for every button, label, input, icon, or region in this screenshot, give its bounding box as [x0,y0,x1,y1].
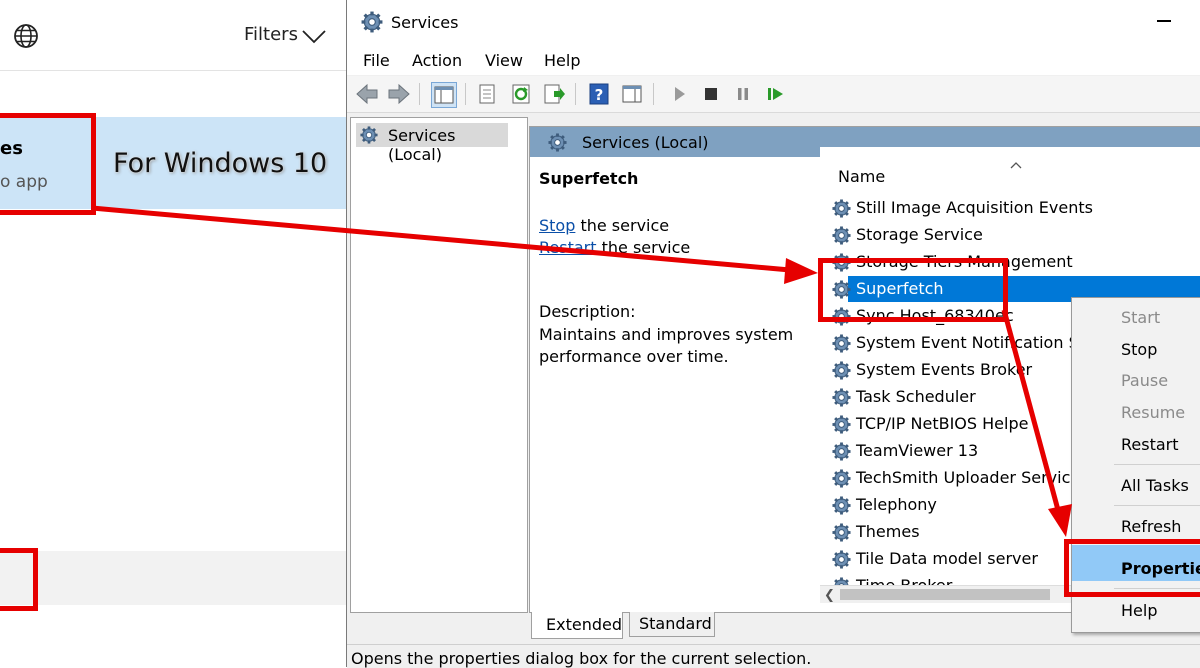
menu-separator [1114,464,1200,465]
refresh-icon[interactable] [509,82,533,106]
service-row-label: System Event Notification S [856,333,1079,352]
restart-service-link[interactable]: Restart [539,238,597,257]
menu-view[interactable]: View [485,51,523,70]
show-hide-tree-icon[interactable] [431,82,457,108]
pause-icon[interactable] [731,82,755,106]
console-tree: Services (Local) [350,117,528,613]
menu-item-stop[interactable]: Stop [1121,340,1157,359]
menu-help[interactable]: Help [544,51,580,70]
menu-file[interactable]: File [363,51,390,70]
gear-icon [832,199,851,218]
forward-arrow-icon[interactable] [387,82,411,106]
status-bar: Opens the properties dialog box for the … [347,644,1200,668]
service-row-label: Still Image Acquisition Events [856,198,1093,217]
service-row-label: Task Scheduler [856,387,976,406]
tab-label: Extended [546,615,622,634]
service-row-label: Tile Data model server [856,549,1038,568]
service-row-label: TeamViewer 13 [856,441,979,460]
filters-button[interactable]: Filters [244,24,298,45]
gear-icon [548,133,567,152]
gear-icon [832,523,851,542]
gear-icon [832,496,851,515]
annotation-highlight-box [0,113,96,215]
console-pane-icon[interactable] [620,82,644,106]
gear-icon [832,577,851,585]
gear-icon [832,442,851,461]
minimize-button[interactable] [1157,20,1171,22]
menu-item-refresh[interactable]: Refresh [1121,517,1181,536]
gear-icon [832,334,851,353]
search-panel: Filters es o app For Windows 10 [0,0,346,667]
toolbar: ? [347,76,1200,113]
title-bar: Services [347,0,1200,45]
export-list-icon[interactable] [542,82,566,106]
menu-item-restart[interactable]: Restart [1121,435,1179,454]
back-arrow-icon[interactable] [355,82,379,106]
gear-icon [832,550,851,569]
service-row-label: System Events Broker [856,360,1033,379]
play-icon[interactable] [667,82,691,106]
stop-icon[interactable] [699,82,723,106]
help-icon[interactable]: ? [587,82,611,106]
gear-icon [832,469,851,488]
chevron-down-icon[interactable] [302,29,326,45]
annotation-highlight-box [0,548,38,611]
gear-icon [832,361,851,380]
column-header-name[interactable]: Name [838,167,885,186]
tree-item-label: Services (Local) [388,126,456,164]
stop-service-line: Stop the service [539,216,669,235]
annotation-highlight-box [1064,539,1200,597]
gear-icon [361,11,383,33]
annotation-note: For Windows 10 [113,148,328,179]
stop-line-text: the service [575,216,670,235]
service-row-label: Telephony [856,495,937,514]
window-title: Services [391,13,459,32]
gear-icon [832,388,851,407]
restart-line-text: the service [596,238,691,257]
search-topbar: Filters [0,0,346,71]
content-header-label: Services (Local) [582,133,709,152]
menu-bar: File Action View Help [347,45,1200,75]
restart-service-line: Restart the service [539,238,690,257]
tab-standard[interactable]: Standard [629,612,715,637]
menu-item-help[interactable]: Help [1121,601,1157,620]
search-result-row[interactable] [0,551,346,605]
service-row-label: TCP/IP NetBIOS Helpe [856,414,1029,433]
restart-icon[interactable] [763,82,787,106]
service-row-label: TechSmith Uploader Servic [856,468,1071,487]
scrollbar-thumb[interactable] [840,589,1050,600]
svg-text:?: ? [595,86,604,104]
gear-icon [832,226,851,245]
stop-service-link[interactable]: Stop [539,216,575,235]
menu-item-resume[interactable]: Resume [1121,403,1185,422]
properties-sheet-icon[interactable] [475,82,499,106]
description-label: Description: [539,302,636,321]
menu-item-start[interactable]: Start [1121,308,1160,327]
tab-extended[interactable]: Extended [531,612,623,639]
selected-service-name: Superfetch [539,169,639,188]
status-text: Opens the properties dialog box for the … [351,649,812,668]
menu-separator [1114,505,1200,506]
menu-item-all-tasks[interactable]: All Tasks [1121,476,1189,495]
service-row-label: Themes [856,522,920,541]
tab-label: Standard [639,614,712,633]
sort-ascending-icon [1010,162,1022,169]
gear-icon [360,126,378,144]
chevron-left-icon[interactable]: ❮ [824,588,835,603]
service-row-label: Time Broker [856,576,952,585]
annotation-highlight-box [818,258,1008,322]
menu-action[interactable]: Action [412,51,462,70]
service-row-label: Storage Service [856,225,983,244]
description-text: Maintains and improves system performanc… [539,325,794,366]
globe-icon[interactable] [13,23,39,49]
tree-item-services-local[interactable]: Services (Local) [356,123,508,164]
menu-item-pause[interactable]: Pause [1121,371,1168,390]
service-row[interactable]: Storage Service [832,222,1200,248]
service-row[interactable]: Still Image Acquisition Events [832,195,1200,221]
gear-icon [832,415,851,434]
